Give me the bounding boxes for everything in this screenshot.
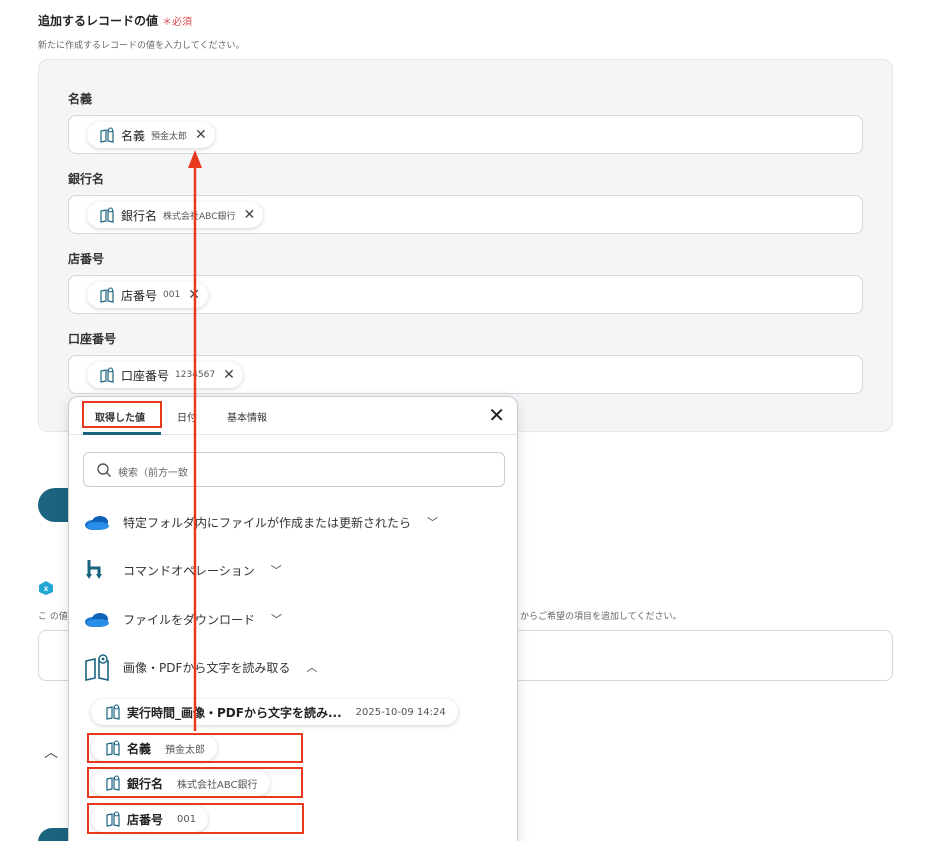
highlight-tab-box bbox=[82, 401, 162, 428]
search-icon bbox=[97, 463, 111, 477]
value-chip[interactable]: 口座番号 1234567 ✕ bbox=[87, 362, 243, 388]
chip-name: 名義 bbox=[121, 128, 146, 143]
chevron-down-icon: ﹀ bbox=[270, 564, 282, 577]
field-label-bank: 銀行名 bbox=[68, 172, 105, 186]
highlight-item-branch-box bbox=[87, 803, 304, 834]
ocr-book-icon bbox=[85, 654, 109, 681]
chip-name: 銀行名 bbox=[121, 208, 158, 223]
close-icon[interactable]: ✕ bbox=[488, 405, 505, 425]
section-label: ファイルをダウンロード bbox=[123, 612, 256, 627]
field-input-branch[interactable]: 店番号 001 ✕ bbox=[68, 275, 863, 314]
field-label-name: 名義 bbox=[68, 92, 93, 106]
chip-name: 口座番号 bbox=[121, 368, 170, 383]
book-icon bbox=[106, 704, 120, 720]
remove-chip-icon[interactable]: ✕ bbox=[223, 368, 235, 382]
field-input-account[interactable]: 口座番号 1234567 ✕ bbox=[68, 355, 863, 394]
svg-text:x: x bbox=[44, 584, 49, 593]
book-icon bbox=[100, 127, 114, 143]
required-marker: ＊必須 bbox=[162, 17, 193, 28]
highlight-item-bank-box bbox=[87, 767, 303, 798]
chevron-down-icon: ﹀ bbox=[427, 516, 439, 529]
item-value: 2025-10-09 14:24 bbox=[355, 706, 446, 718]
section-folder-trigger[interactable]: 特定フォルダ内にファイルが作成または更新されたら ﹀ bbox=[83, 508, 438, 536]
remove-chip-icon[interactable]: ✕ bbox=[243, 208, 255, 222]
field-input-bank[interactable]: 銀行名 株式会社ABC銀行 ✕ bbox=[68, 195, 863, 234]
item-name: 実行時間_画像・PDFから文字を読み... bbox=[127, 705, 342, 720]
field-input-name[interactable]: 名義 預金太郎 ✕ bbox=[68, 115, 863, 154]
remove-chip-icon[interactable]: ✕ bbox=[195, 128, 207, 142]
tab-date[interactable]: 日付 bbox=[177, 409, 197, 424]
chevron-down-icon: ﹀ bbox=[271, 613, 283, 626]
active-tab-indicator bbox=[83, 432, 161, 435]
remove-chip-icon[interactable]: ✕ bbox=[188, 288, 200, 302]
section-label: コマンドオペレーション bbox=[123, 563, 255, 578]
book-icon bbox=[100, 367, 114, 383]
chevron-up-icon[interactable]: ︿ bbox=[44, 742, 58, 762]
search-placeholder: 検索（前方一致 bbox=[118, 468, 188, 479]
partial-description: こ の値 bbox=[38, 612, 68, 622]
section-file-download[interactable]: ファイルをダウンロード ﹀ bbox=[83, 605, 282, 633]
value-chip[interactable]: 店番号 001 ✕ bbox=[87, 282, 208, 308]
field-label-branch: 店番号 bbox=[68, 252, 105, 266]
book-icon bbox=[100, 207, 114, 223]
onedrive-cloud-icon bbox=[85, 613, 109, 627]
search-input[interactable]: 検索（前方一致 bbox=[83, 452, 505, 487]
highlight-item-name-box bbox=[87, 733, 303, 763]
tab-basic-info[interactable]: 基本情報 bbox=[227, 409, 267, 424]
command-branch-icon bbox=[86, 560, 102, 579]
value-chip[interactable]: 銀行名 株式会社ABC銀行 ✕ bbox=[87, 202, 264, 228]
chip-value: 預金太郎 bbox=[151, 131, 188, 142]
chip-value: 株式会社ABC銀行 bbox=[163, 211, 236, 222]
section-label: 特定フォルダ内にファイルが作成または更新されたら bbox=[123, 515, 412, 530]
field-label-account: 口座番号 bbox=[68, 332, 117, 346]
section-command-operation[interactable]: コマンドオペレーション ﹀ bbox=[83, 556, 282, 584]
section-description: 新たに作成するレコードの値を入力してください。 bbox=[38, 41, 245, 51]
section-ocr[interactable]: 画像・PDFから文字を読み取る ︿ bbox=[83, 653, 317, 681]
section-title-text: 追加するレコードの値 bbox=[38, 14, 159, 28]
chip-value: 1234567 bbox=[175, 370, 216, 380]
onedrive-cloud-icon bbox=[85, 516, 109, 530]
partial-description-right: からご希望の項目を追加してください。 bbox=[520, 612, 682, 622]
book-icon bbox=[100, 287, 114, 303]
chip-name: 店番号 bbox=[121, 288, 158, 303]
chip-value: 001 bbox=[163, 290, 181, 300]
section-title: 追加するレコードの値 ＊必須 bbox=[38, 12, 192, 29]
app-logo-icon: x bbox=[39, 581, 53, 595]
chevron-up-icon: ︿ bbox=[306, 661, 318, 674]
value-item-exec-time[interactable]: 実行時間_画像・PDFから文字を読み... 2025-10-09 14:24 bbox=[91, 699, 458, 725]
value-chip[interactable]: 名義 預金太郎 ✕ bbox=[87, 122, 215, 148]
section-label: 画像・PDFから文字を読み取る bbox=[123, 660, 291, 675]
